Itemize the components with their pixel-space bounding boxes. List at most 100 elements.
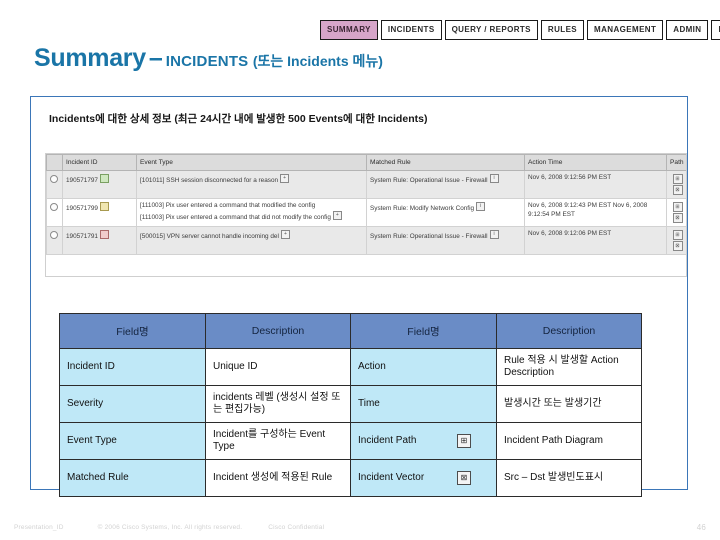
- row-select-radio[interactable]: [46, 198, 63, 227]
- expand-icon[interactable]: +: [280, 174, 290, 183]
- nav-tab-help[interactable]: HELP: [711, 20, 720, 40]
- incident-path-icon[interactable]: ⊞: [672, 230, 683, 240]
- incidents-table: Incident ID Event Type Matched Rule Acti…: [46, 154, 686, 255]
- column-header-path[interactable]: Path: [666, 154, 686, 171]
- path-icon-group: ⊞ ⊠: [670, 174, 685, 195]
- expand-icon[interactable]: +: [332, 210, 342, 220]
- cell-incident-id: 190571791: [62, 226, 137, 255]
- field-name-incident-vector: Incident Vector ⊠: [350, 459, 497, 497]
- nav-tab-rules[interactable]: RULES: [540, 20, 585, 40]
- incident-id-value: 190571799: [66, 205, 98, 212]
- cell-matched-rule: System Rule: Operational Issue - Firewal…: [366, 170, 525, 199]
- footer-confidential: Cisco Confidential: [268, 523, 325, 531]
- footer-presentation-id: Presentation_ID: [14, 523, 64, 531]
- column-header-matched-rule[interactable]: Matched Rule: [366, 154, 525, 171]
- incidents-table-header-row: Incident ID Event Type Matched Rule Acti…: [46, 154, 686, 171]
- nav-tab-label: SUMMARY: [327, 25, 371, 34]
- table-row[interactable]: 190571791 [500015] VPN server cannot han…: [46, 226, 686, 255]
- severity-icon: [100, 202, 109, 211]
- table-row: Incident ID Unique ID Action Rule 적용 시 발…: [59, 348, 642, 386]
- severity-icon: [100, 174, 109, 183]
- event-type-value: [111003] Pix user entered a command that…: [140, 202, 331, 221]
- field-name-event-type: Event Type: [59, 422, 206, 460]
- column-header-incident-id[interactable]: Incident ID: [62, 154, 137, 171]
- cell-incident-id: 190571797: [62, 170, 137, 199]
- table-row: Event Type Incident를 구성하는 Event Type Inc…: [59, 422, 642, 460]
- panel-subtitle: Incidents에 대한 상세 정보 (최근 24시간 내에 발생한 500 …: [49, 113, 428, 125]
- field-name-label: Incident Path: [358, 434, 417, 446]
- info-icon[interactable]: i: [489, 174, 499, 183]
- incident-path-icon[interactable]: ⊞: [672, 174, 683, 184]
- content-panel: Incidents에 대한 상세 정보 (최근 24시간 내에 발생한 500 …: [30, 96, 688, 497]
- nav-tab-query-reports[interactable]: QUERY / REPORTS: [444, 20, 538, 40]
- table-row[interactable]: 190571797 [101011] SSH session disconnec…: [46, 170, 686, 199]
- expand-icon[interactable]: +: [280, 230, 290, 239]
- field-desc-severity: incidents 레벨 (생성시 설정 또는 편집가능): [205, 385, 351, 423]
- incident-id-value: 190571791: [66, 233, 98, 240]
- incidents-screenshot: Incident ID Event Type Matched Rule Acti…: [45, 153, 687, 277]
- table-row: Severity incidents 레벨 (생성시 설정 또는 편집가능) T…: [59, 385, 642, 423]
- nav-tab-management[interactable]: MANAGEMENT: [587, 20, 664, 40]
- cell-path: ⊞ ⊠: [666, 170, 686, 199]
- column-header-event-type[interactable]: Event Type: [136, 154, 367, 171]
- field-name-action: Action: [350, 348, 497, 386]
- info-icon[interactable]: i: [489, 230, 499, 239]
- cell-action-time: Nov 6, 2008 9:12:06 PM EST: [524, 226, 667, 255]
- page-title-dash: –: [148, 44, 163, 72]
- field-desc-incident-vector: Src – Dst 발생빈도표시: [496, 459, 642, 497]
- info-icon[interactable]: i: [476, 202, 486, 211]
- nav-tab-summary[interactable]: SUMMARY: [320, 20, 378, 40]
- field-name-time: Time: [350, 385, 497, 423]
- cell-event-type: [111003] Pix user entered a command that…: [136, 198, 367, 227]
- matched-rule-value: System Rule: Operational Issue - Firewal…: [370, 233, 488, 240]
- field-name-matched-rule: Matched Rule: [59, 459, 206, 497]
- page-title-korean: (또는 Incidents 메뉴): [252, 53, 383, 69]
- event-type-value: [101011] SSH session disconnected for a …: [140, 177, 279, 184]
- field-desc-incident-id: Unique ID: [205, 348, 351, 386]
- cell-event-type: [500015] VPN server cannot handle incomi…: [136, 226, 367, 255]
- incident-vector-icon: ⊠: [457, 471, 471, 485]
- field-desc-action: Rule 적용 시 발생할 Action Description: [496, 348, 642, 386]
- incident-vector-icon[interactable]: ⊠: [672, 213, 683, 223]
- field-name-severity: Severity: [59, 385, 206, 423]
- field-description-table: Field명 Description Field명 Description In…: [59, 313, 642, 497]
- nav-tab-label: RULES: [547, 25, 578, 34]
- page-title: Summary – INCIDENTS (또는 Incidents 메뉴): [34, 44, 383, 73]
- incident-vector-icon[interactable]: ⊠: [672, 241, 683, 251]
- field-name-label: Incident Vector: [358, 471, 425, 483]
- nav-tab-incidents[interactable]: INCIDENTS: [380, 20, 442, 40]
- path-icon-group: ⊞ ⊠: [670, 202, 685, 223]
- field-desc-time: 발생시간 또는 발생기간: [496, 385, 642, 423]
- incident-vector-icon[interactable]: ⊠: [672, 185, 683, 195]
- table-row[interactable]: 190571799 [111003] Pix user entered a co…: [46, 198, 686, 227]
- row-select-radio[interactable]: [46, 226, 63, 255]
- incident-id-value: 190571797: [66, 177, 98, 184]
- cell-action-time: Nov 6, 2008 9:12:43 PM EST Nov 6, 2008 9…: [524, 198, 667, 227]
- field-header-description-right: Description: [496, 313, 642, 349]
- radio-icon[interactable]: [50, 231, 58, 239]
- column-header-select[interactable]: [46, 154, 63, 171]
- field-table-header-row: Field명 Description Field명 Description: [59, 313, 642, 349]
- field-desc-incident-path: Incident Path Diagram: [496, 422, 642, 460]
- top-nav-tabs: SUMMARY INCIDENTS QUERY / REPORTS RULES …: [320, 20, 720, 40]
- nav-tab-label: MANAGEMENT: [594, 25, 657, 34]
- incident-path-icon[interactable]: ⊞: [672, 202, 683, 212]
- nav-tab-admin[interactable]: ADMIN: [666, 20, 709, 40]
- event-type-value: [500015] VPN server cannot handle incomi…: [140, 233, 279, 240]
- cell-incident-id: 190571799: [62, 198, 137, 227]
- page-title-main: Summary: [34, 44, 146, 72]
- cell-path: ⊞ ⊠: [666, 198, 686, 227]
- field-header-name-right: Field명: [350, 313, 497, 349]
- cell-matched-rule: System Rule: Operational Issue - Firewal…: [366, 226, 525, 255]
- field-name-incident-id: Incident ID: [59, 348, 206, 386]
- cell-action-time: Nov 6, 2008 9:12:56 PM EST: [524, 170, 667, 199]
- column-header-action-time[interactable]: Action Time: [524, 154, 667, 171]
- row-select-radio[interactable]: [46, 170, 63, 199]
- slide-footer: Presentation_ID © 2006 Cisco Systems, In…: [0, 514, 720, 540]
- field-desc-event-type: Incident를 구성하는 Event Type: [205, 422, 351, 460]
- field-header-name-left: Field명: [59, 313, 206, 349]
- radio-icon[interactable]: [50, 175, 58, 183]
- page-title-sub: INCIDENTS: [165, 53, 249, 70]
- radio-icon[interactable]: [50, 203, 58, 211]
- footer-copyright: © 2006 Cisco Systems, Inc. All rights re…: [97, 523, 243, 531]
